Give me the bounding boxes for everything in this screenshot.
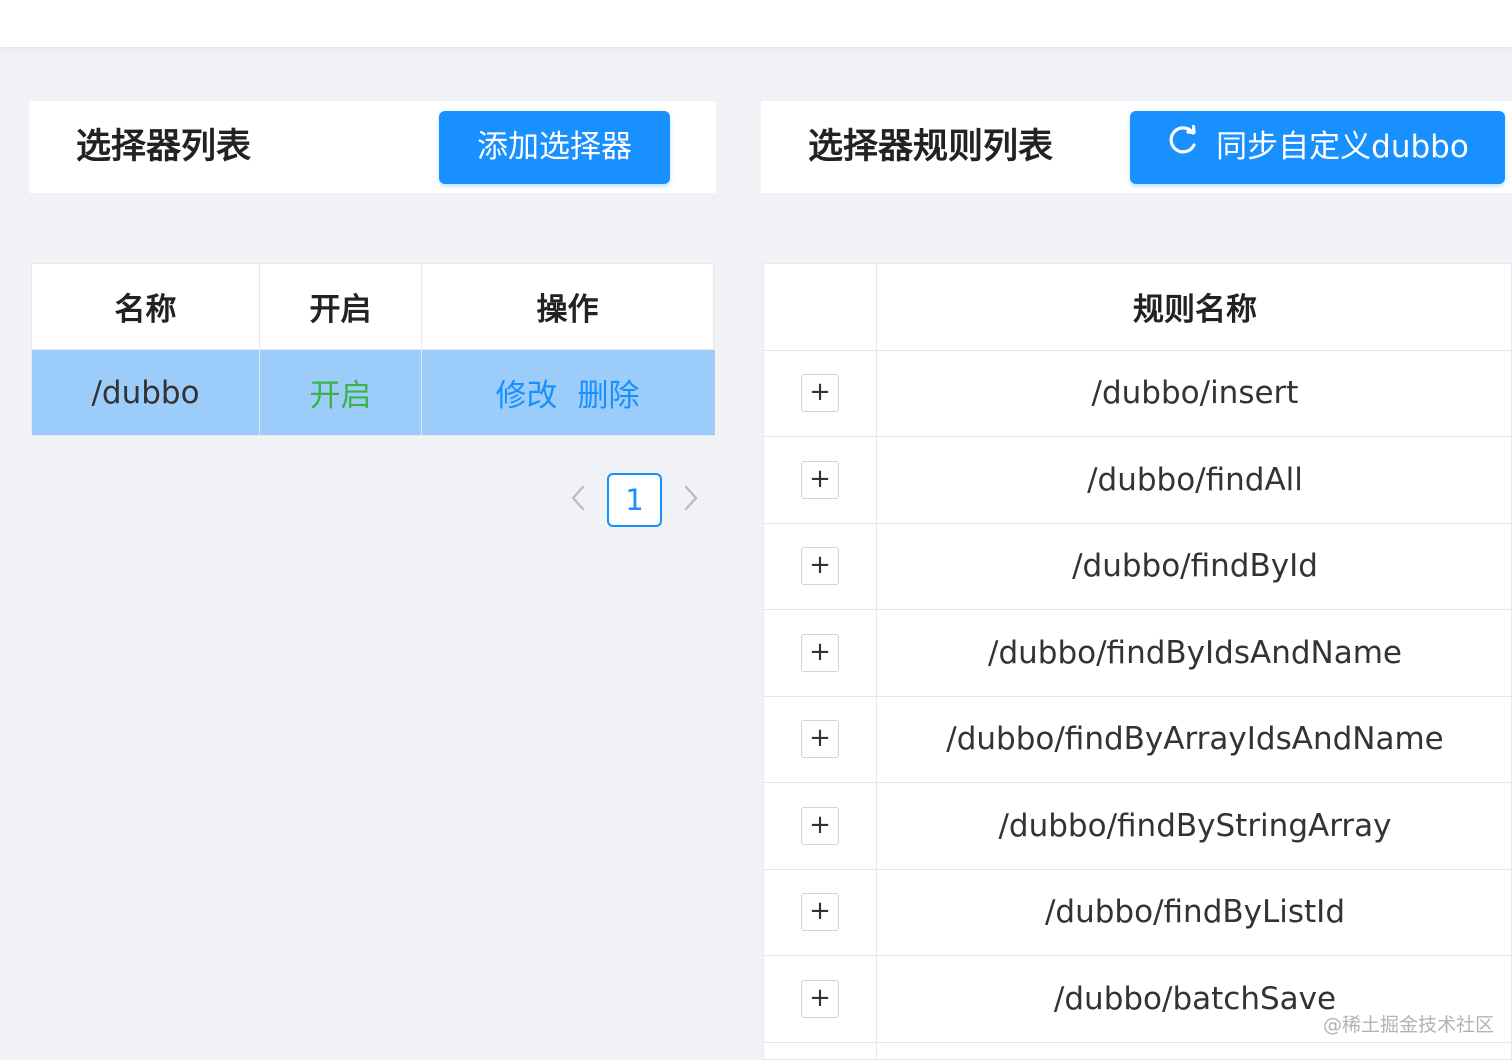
expand-row-button[interactable]: + — [801, 979, 839, 1018]
rule-name — [877, 1043, 1512, 1060]
rule-name: /dubbo/findByIdsAndName — [988, 634, 1402, 671]
delete-link[interactable]: 删除 — [578, 370, 640, 415]
watermark: @稀土掘金技术社区 — [1323, 1014, 1495, 1036]
table-header-row: 名称 开启 操作 — [32, 264, 715, 350]
page-number-current[interactable]: 1 — [607, 473, 662, 527]
top-bar — [0, 0, 1512, 47]
expand-row-button[interactable]: + — [801, 374, 839, 413]
add-selector-button[interactable]: 添加选择器 — [439, 111, 670, 184]
table-row[interactable]: + /dubbo/insert — [764, 350, 1512, 437]
expand-cell: + — [764, 783, 877, 869]
table-row — [764, 1042, 1512, 1060]
expand-row-button[interactable]: + — [801, 547, 839, 586]
table-header-row: 规则名称 — [764, 264, 1512, 351]
expand-cell: + — [764, 956, 877, 1042]
chevron-right-icon — [683, 484, 699, 516]
table-row[interactable]: + /dubbo/findByArrayIdsAndName — [764, 696, 1512, 783]
expand-cell: + — [764, 437, 877, 523]
rule-table: 规则名称 + /dubbo/insert + /dubbo/findAll + … — [763, 263, 1512, 1060]
expand-row-button[interactable]: + — [801, 893, 839, 932]
column-header-enabled: 开启 — [260, 264, 422, 349]
table-row[interactable]: + /dubbo/findByStringArray — [764, 783, 1512, 870]
expand-cell: + — [764, 869, 877, 955]
expand-cell: + — [764, 696, 877, 782]
sync-dubbo-button[interactable]: 同步自定义dubbo — [1130, 111, 1505, 184]
status-badge: 开启 — [260, 350, 422, 435]
prev-page-button[interactable] — [560, 473, 596, 527]
rule-name: /dubbo/findAll — [1087, 461, 1303, 498]
selector-name: /dubbo — [32, 350, 260, 435]
reload-icon — [1166, 111, 1200, 184]
expand-row-button[interactable]: + — [801, 460, 839, 499]
selector-list-title: 选择器列表 — [76, 127, 252, 167]
next-page-button[interactable] — [673, 473, 709, 527]
edit-link[interactable]: 修改 — [496, 370, 558, 415]
rule-name: /dubbo/findByStringArray — [998, 807, 1392, 844]
column-header-expand — [764, 264, 877, 350]
rule-name: /dubbo/findById — [1072, 548, 1318, 585]
pagination: 1 — [560, 473, 709, 527]
actions-cell: 修改 删除 — [422, 350, 713, 435]
table-row[interactable]: + /dubbo/findByIdsAndName — [764, 610, 1512, 697]
rule-name: /dubbo/findByArrayIdsAndName — [946, 721, 1444, 758]
column-header-rule-name: 规则名称 — [1133, 292, 1257, 329]
selector-table: 名称 开启 操作 /dubbo 开启 修改 删除 — [31, 263, 715, 436]
table-row[interactable]: + /dubbo/findByListId — [764, 869, 1512, 956]
table-row[interactable]: + /dubbo/findAll — [764, 437, 1512, 524]
selector-rule-list-header: 选择器规则列表 同步自定义dubbo — [761, 101, 1512, 193]
selector-rule-list-title: 选择器规则列表 — [808, 127, 1054, 167]
column-header-actions: 操作 — [536, 292, 599, 328]
expand-row-button[interactable]: + — [801, 633, 839, 672]
table-row[interactable]: /dubbo 开启 修改 删除 — [32, 350, 715, 436]
expand-cell: + — [764, 523, 877, 609]
table-row[interactable]: + /dubbo/findById — [764, 523, 1512, 610]
expand-row-button[interactable]: + — [801, 720, 839, 759]
selector-list-header: 选择器列表 添加选择器 — [29, 101, 716, 193]
expand-cell: + — [764, 610, 877, 696]
chevron-left-icon — [570, 484, 586, 516]
expand-cell: + — [764, 350, 877, 436]
rule-name: /dubbo/findByListId — [1044, 894, 1345, 931]
column-header-name: 名称 — [32, 264, 260, 349]
rule-name: /dubbo/insert — [1091, 375, 1299, 412]
sync-dubbo-label: 同步自定义dubbo — [1216, 129, 1469, 165]
expand-cell — [764, 1042, 877, 1060]
expand-row-button[interactable]: + — [801, 806, 839, 845]
